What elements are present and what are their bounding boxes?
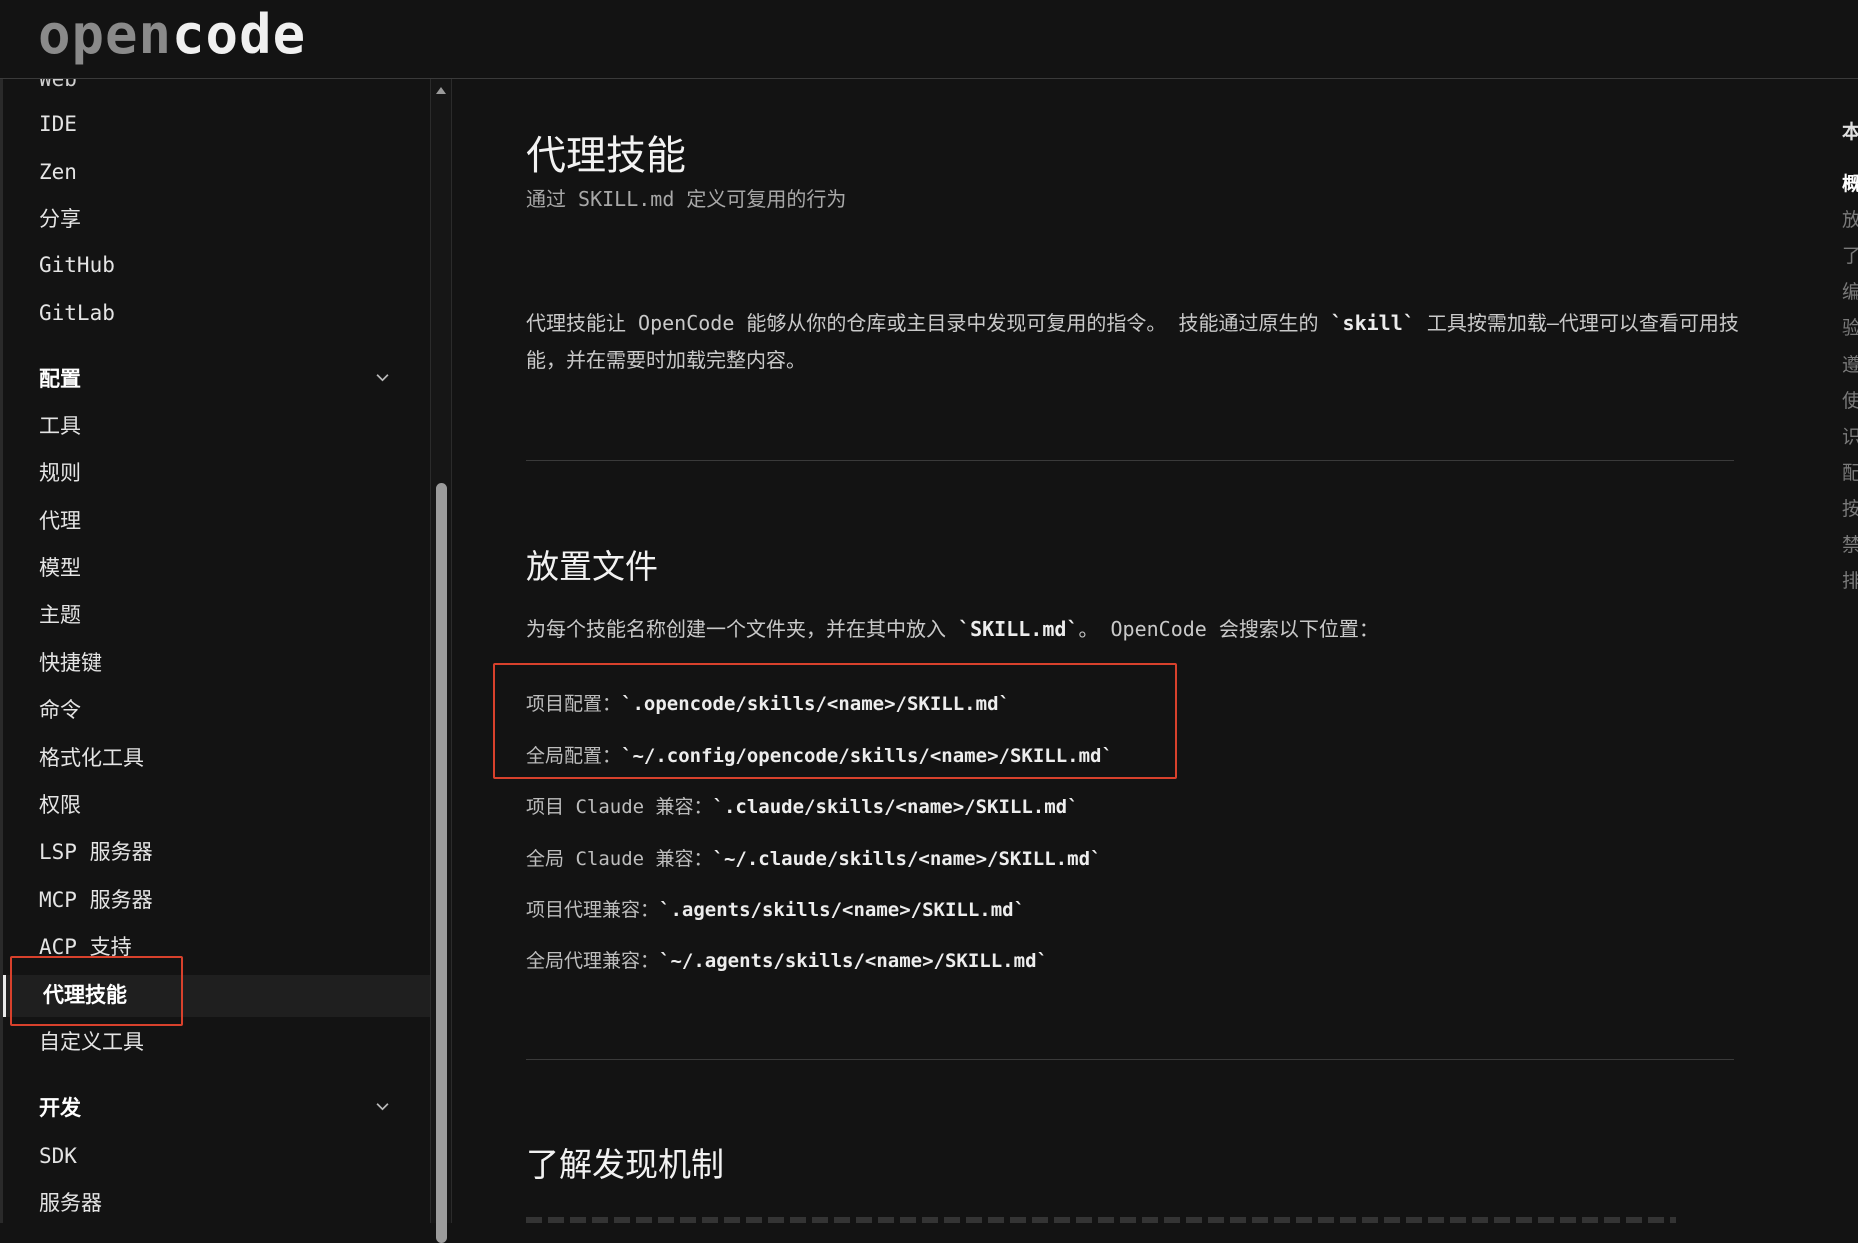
- place-files-text-post: 。 OpenCode 会搜索以下位置：: [1078, 617, 1379, 641]
- sidebar-nav: Web IDE Zen 分享 GitHub GitLab 配置 工具 规则 代理…: [0, 79, 430, 1223]
- location-path: `.opencode/skills/<name>/SKILL.md`: [621, 693, 1010, 715]
- sidebar-item-agent-skills[interactable]: 代理技能: [43, 981, 127, 1009]
- sidebar-group-config[interactable]: 配置: [39, 365, 389, 393]
- toc-item[interactable]: 验: [1842, 313, 1858, 340]
- sidebar-item-formatters[interactable]: 格式化工具: [39, 744, 144, 772]
- sidebar-item-models[interactable]: 模型: [39, 554, 81, 582]
- location-label: 项目配置：: [526, 693, 622, 715]
- toc-item[interactable]: 编: [1842, 277, 1858, 304]
- toc-item[interactable]: 配: [1842, 458, 1858, 485]
- location-item: 项目代理兼容：`.agents/skills/<name>/SKILL.md`: [526, 895, 1025, 922]
- location-item: 项目 Claude 兼容：`.claude/skills/<name>/SKIL…: [526, 792, 1079, 819]
- sidebar-item-rules[interactable]: 规则: [39, 459, 81, 487]
- sidebar-scrollbar[interactable]: [430, 79, 452, 1243]
- sidebar-item-themes[interactable]: 主题: [39, 601, 81, 629]
- sidebar-item-zen[interactable]: Zen: [39, 158, 77, 186]
- scrollbar-thumb[interactable]: [436, 483, 447, 1243]
- section-title-place-files: 放置文件: [526, 547, 658, 586]
- intro-code: `skill`: [1330, 311, 1415, 335]
- sidebar-item-acp-support[interactable]: ACP 支持: [39, 933, 132, 961]
- toc-item[interactable]: 使: [1842, 386, 1858, 413]
- logo-open-text: open: [38, 3, 173, 66]
- sidebar-item-commands[interactable]: 命令: [39, 696, 81, 724]
- logo-code-text: code: [172, 3, 307, 66]
- toc-item[interactable]: 了: [1842, 241, 1858, 268]
- location-path: `~/.config/opencode/skills/<name>/SKILL.…: [621, 745, 1113, 767]
- toc-item[interactable]: 遵: [1842, 350, 1858, 377]
- toc-item[interactable]: 放: [1842, 205, 1858, 232]
- location-path: `.agents/skills/<name>/SKILL.md`: [659, 899, 1026, 921]
- section-title-discovery: 了解发现机制: [526, 1145, 724, 1184]
- sidebar-item-permissions[interactable]: 权限: [39, 791, 81, 819]
- sidebar-item-tools[interactable]: 工具: [39, 412, 81, 440]
- sidebar-item-custom-tools[interactable]: 自定义工具: [39, 1028, 144, 1056]
- sidebar-item-sdk[interactable]: SDK: [39, 1142, 77, 1170]
- intro-text-pre: 代理技能让 OpenCode 能够从你的仓库或主目录中发现可复用的指令。 技能通…: [526, 311, 1331, 335]
- clipped-text-line: [526, 1217, 1676, 1223]
- table-of-contents: 本 概 放 了 编 验 遵 使 识 配 按 禁 排: [1842, 79, 1858, 1223]
- toc-item[interactable]: 排: [1842, 566, 1858, 593]
- toc-item[interactable]: 概: [1842, 169, 1858, 196]
- toc-item[interactable]: 识: [1842, 422, 1858, 449]
- chevron-down-icon: [376, 1103, 389, 1111]
- main-content: 代理技能 通过 SKILL.md 定义可复用的行为 代理技能让 OpenCode…: [452, 79, 1782, 1223]
- location-label: 项目 Claude 兼容：: [526, 796, 713, 818]
- location-label: 全局 Claude 兼容：: [526, 848, 713, 870]
- location-item: 全局配置：`~/.config/opencode/skills/<name>/S…: [526, 741, 1113, 768]
- place-files-code: `SKILL.md`: [958, 617, 1079, 641]
- sidebar-group-config-label: 配置: [39, 367, 81, 391]
- location-path: `~/.agents/skills/<name>/SKILL.md`: [659, 950, 1048, 972]
- toc-item[interactable]: 按: [1842, 494, 1858, 521]
- sidebar-item-ide[interactable]: IDE: [39, 110, 77, 138]
- location-path: `.claude/skills/<name>/SKILL.md`: [712, 796, 1079, 818]
- sidebar-item-mcp-servers[interactable]: MCP 服务器: [39, 886, 153, 914]
- opencode-logo[interactable]: opencode: [38, 8, 306, 62]
- sidebar-item-github[interactable]: GitHub: [39, 251, 115, 279]
- scroll-up-arrow-icon[interactable]: [436, 87, 446, 94]
- intro-paragraph: 代理技能让 OpenCode 能够从你的仓库或主目录中发现可复用的指令。 技能通…: [526, 305, 1742, 379]
- section-divider: [526, 460, 1734, 461]
- place-files-text-pre: 为每个技能名称创建一个文件夹，并在其中放入: [526, 617, 959, 641]
- location-label: 项目代理兼容：: [526, 899, 660, 921]
- sidebar-group-develop-label: 开发: [39, 1096, 81, 1120]
- top-header: opencode: [0, 0, 1858, 79]
- page-subtitle: 通过 SKILL.md 定义可复用的行为: [526, 187, 847, 211]
- location-label: 全局配置：: [526, 745, 622, 767]
- chevron-down-icon: [376, 374, 389, 382]
- location-path: `~/.claude/skills/<name>/SKILL.md`: [712, 848, 1102, 870]
- toc-heading: 本: [1842, 121, 1858, 143]
- sidebar-active-indicator: [3, 975, 6, 1017]
- page-title: 代理技能: [526, 133, 686, 179]
- sidebar-item-share[interactable]: 分享: [39, 205, 81, 233]
- sidebar-item-gitlab[interactable]: GitLab: [39, 299, 115, 327]
- toc-item[interactable]: 禁: [1842, 530, 1858, 557]
- location-item: 全局代理兼容：`~/.agents/skills/<name>/SKILL.md…: [526, 946, 1048, 973]
- sidebar-item-keybinds[interactable]: 快捷键: [39, 649, 102, 677]
- sidebar-group-develop[interactable]: 开发: [39, 1094, 389, 1122]
- location-label: 全局代理兼容：: [526, 950, 660, 972]
- section-divider: [526, 1059, 1734, 1060]
- section-place-files-desc: 为每个技能名称创建一个文件夹，并在其中放入 `SKILL.md`。 OpenCo…: [526, 611, 1742, 648]
- sidebar-item-lsp-servers[interactable]: LSP 服务器: [39, 838, 153, 866]
- sidebar-item-web[interactable]: Web: [39, 79, 77, 93]
- sidebar-item-server[interactable]: 服务器: [39, 1189, 102, 1217]
- sidebar-item-agents[interactable]: 代理: [39, 507, 81, 535]
- location-item: 全局 Claude 兼容：`~/.claude/skills/<name>/SK…: [526, 844, 1101, 871]
- location-item: 项目配置：`.opencode/skills/<name>/SKILL.md`: [526, 689, 1010, 716]
